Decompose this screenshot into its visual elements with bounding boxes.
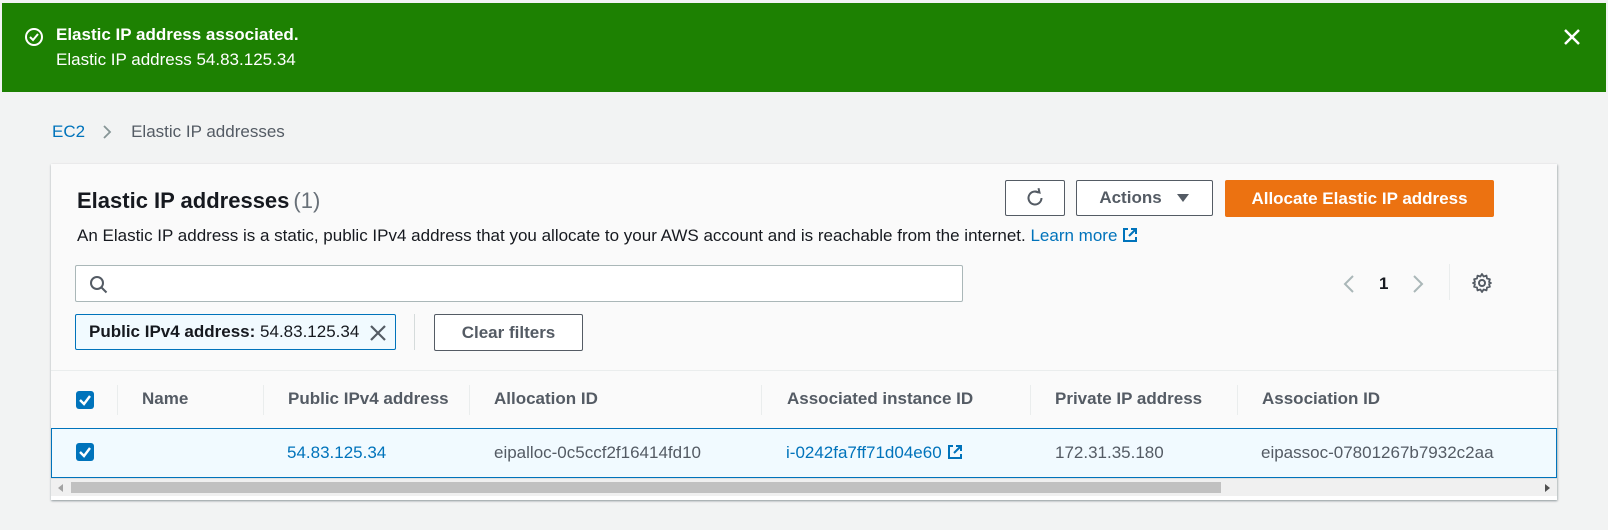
allocate-elastic-ip-button[interactable]: Allocate Elastic IP address bbox=[1225, 180, 1494, 217]
column-header-allocation-id[interactable]: Allocation ID bbox=[494, 389, 598, 409]
column-header-public-ipv4[interactable]: Public IPv4 address bbox=[288, 389, 449, 409]
page-description: An Elastic IP address is a static, publi… bbox=[77, 226, 1139, 246]
column-header-name[interactable]: Name bbox=[142, 389, 188, 409]
page-title: Elastic IP addresses (1) bbox=[77, 188, 320, 214]
instance-id-text: i-0242fa7ff71d04e60 bbox=[786, 443, 942, 462]
column-divider bbox=[117, 385, 118, 415]
public-ip-link[interactable]: 54.83.125.34 bbox=[287, 443, 386, 462]
pagination: 1 bbox=[1341, 272, 1426, 296]
instance-id-link[interactable]: i-0242fa7ff71d04e60 bbox=[786, 443, 964, 462]
scroll-left-arrow-icon[interactable] bbox=[58, 484, 63, 492]
column-divider bbox=[1030, 385, 1031, 415]
filter-token: Public IPv4 address: 54.83.125.34 bbox=[75, 314, 396, 350]
actions-dropdown-button[interactable]: Actions bbox=[1076, 180, 1213, 216]
refresh-button[interactable] bbox=[1005, 180, 1065, 216]
breadcrumb: EC2 Elastic IP addresses bbox=[52, 122, 285, 142]
column-divider bbox=[761, 385, 762, 415]
filter-token-key: Public IPv4 address: bbox=[89, 322, 256, 341]
breadcrumb-current: Elastic IP addresses bbox=[131, 122, 285, 141]
clear-filters-button[interactable]: Clear filters bbox=[434, 314, 583, 351]
remove-filter-icon[interactable] bbox=[369, 324, 387, 342]
cell-public-ip: 54.83.125.34 bbox=[287, 443, 386, 463]
table-header-row: Name Public IPv4 address Allocation ID A… bbox=[51, 370, 1557, 428]
cell-allocation-id: eipalloc-0c5ccf2f16414fd10 bbox=[494, 443, 701, 462]
scrollbar-thumb[interactable] bbox=[71, 482, 1221, 493]
column-divider bbox=[1237, 385, 1238, 415]
search-field[interactable] bbox=[75, 265, 963, 302]
elastic-ip-table-container: Elastic IP addresses (1) Actions Allocate… bbox=[51, 164, 1557, 500]
horizontal-scrollbar[interactable] bbox=[51, 478, 1557, 496]
table-header-area: Elastic IP addresses (1) Actions Allocate… bbox=[51, 164, 1557, 370]
page-title-text: Elastic IP addresses bbox=[77, 188, 290, 213]
learn-more-label: Learn more bbox=[1030, 226, 1118, 245]
external-link-icon bbox=[947, 445, 962, 459]
select-all-checkbox[interactable] bbox=[76, 391, 94, 409]
caret-down-icon bbox=[1176, 194, 1189, 202]
description-text: An Elastic IP address is a static, publi… bbox=[77, 226, 1026, 245]
filter-divider bbox=[414, 314, 415, 350]
cell-private-ip: 172.31.35.180 bbox=[1055, 443, 1164, 462]
cell-association-id: eipassoc-07801267b7932c2aa bbox=[1261, 443, 1494, 462]
filter-token-value: 54.83.125.34 bbox=[260, 322, 360, 341]
cell-instance-id: i-0242fa7ff71d04e60 bbox=[786, 443, 964, 463]
close-icon[interactable] bbox=[1560, 25, 1584, 49]
column-header-association-id[interactable]: Association ID bbox=[1262, 389, 1380, 409]
actions-label: Actions bbox=[1099, 188, 1162, 207]
chevron-right-icon bbox=[103, 125, 112, 139]
table-row[interactable]: 54.83.125.34 eipalloc-0c5ccf2f16414fd10 … bbox=[51, 428, 1557, 478]
scroll-right-arrow-icon[interactable] bbox=[1545, 484, 1550, 492]
search-icon bbox=[90, 276, 108, 294]
gear-icon[interactable] bbox=[1471, 272, 1493, 294]
item-count: (1) bbox=[293, 188, 321, 213]
column-divider bbox=[469, 385, 470, 415]
success-check-icon bbox=[25, 28, 43, 46]
success-flash-banner: Elastic IP address associated. Elastic I… bbox=[0, 0, 1608, 92]
breadcrumb-ec2-link[interactable]: EC2 bbox=[52, 122, 85, 142]
column-divider bbox=[263, 385, 264, 415]
chevron-left-icon[interactable] bbox=[1341, 273, 1357, 295]
current-page-number[interactable]: 1 bbox=[1379, 274, 1388, 294]
search-input[interactable] bbox=[118, 266, 948, 301]
pager-divider bbox=[1449, 264, 1450, 300]
column-header-private-ip[interactable]: Private IP address bbox=[1055, 389, 1202, 409]
column-header-instance-id[interactable]: Associated instance ID bbox=[787, 389, 973, 409]
external-link-icon bbox=[1123, 228, 1138, 242]
learn-more-link[interactable]: Learn more bbox=[1030, 226, 1139, 245]
flash-title: Elastic IP address associated. bbox=[56, 25, 299, 44]
refresh-icon bbox=[1027, 187, 1043, 206]
row-checkbox[interactable] bbox=[76, 443, 94, 461]
flash-message: Elastic IP address 54.83.125.34 bbox=[56, 50, 296, 69]
chevron-right-icon[interactable] bbox=[1410, 273, 1426, 295]
